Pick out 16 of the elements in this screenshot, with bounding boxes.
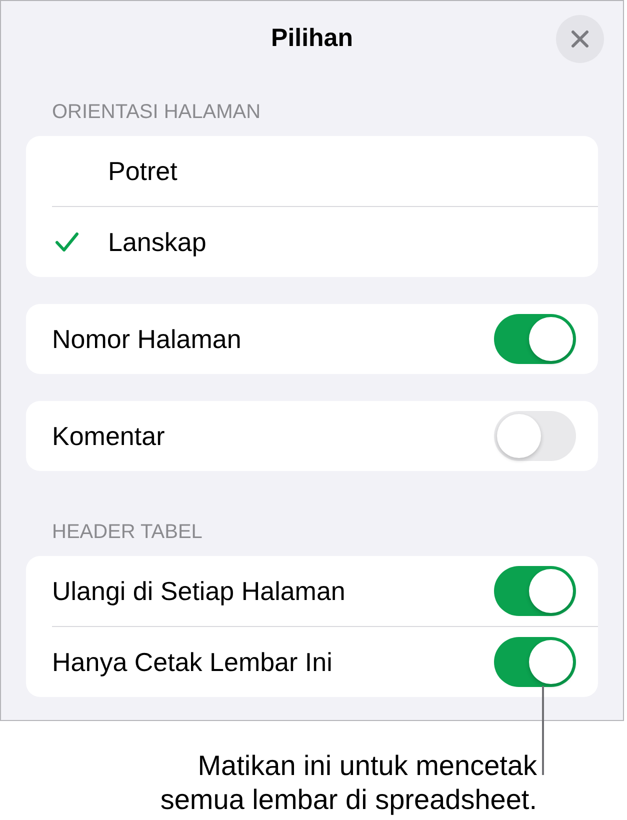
close-icon xyxy=(571,30,589,48)
section-header: HEADER TABEL xyxy=(52,522,202,542)
toggle-switch[interactable] xyxy=(494,314,576,364)
toggle-switch[interactable] xyxy=(494,566,576,616)
setting-label: Komentar xyxy=(52,420,165,452)
setting-label: Nomor Halaman xyxy=(52,322,242,356)
dialog-title: Pilihan xyxy=(271,22,353,54)
toggle-switch[interactable] xyxy=(494,411,576,461)
section-header: ORIENTASI HALAMAN xyxy=(52,102,261,122)
toggle-switch[interactable] xyxy=(494,637,576,687)
callout-text: Matikan ini untuk mencetak semua lembar di spreadsheet. xyxy=(159,749,537,817)
option-row[interactable]: Lanskap xyxy=(26,207,598,277)
setting-label: Hanya Cetak Lembar Ini xyxy=(52,646,332,678)
option-row[interactable]: Potret xyxy=(26,136,598,206)
close-button[interactable] xyxy=(556,14,604,62)
setting-label: Ulangi di Setiap Halaman xyxy=(52,574,346,608)
